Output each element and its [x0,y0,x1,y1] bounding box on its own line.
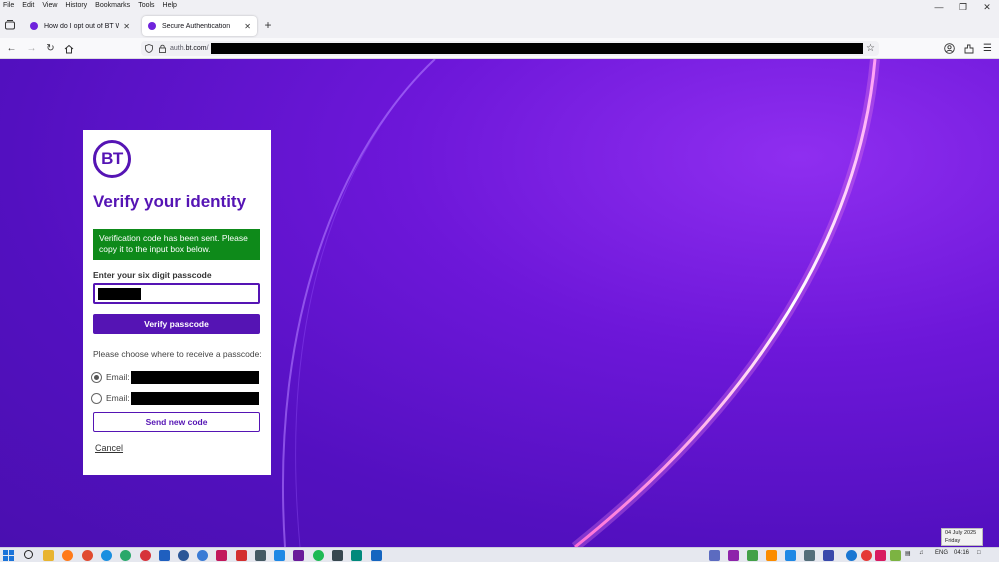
choose-destination-label: Please choose where to receive a passcod… [93,349,262,359]
app-icon[interactable] [140,550,151,561]
close-tab-icon[interactable]: ✕ [244,22,251,31]
url-bar[interactable]: auth.bt.com/ ☆ [141,41,879,56]
radio-button[interactable] [91,371,102,383]
tooltip-day: Friday [945,537,961,544]
menu-tools[interactable]: Tools [134,0,158,12]
url-prefix: auth. [170,45,186,52]
app-icon[interactable] [197,550,208,561]
page-title: Verify your identity [93,192,247,211]
verification-card: BT Verify your identity Verification cod… [83,130,271,475]
extensions-icon[interactable] [962,42,975,55]
taskbar: ▤ ♫ ENG 04:16 □ [0,547,999,562]
tray-app-icon[interactable] [875,550,886,561]
menu-history[interactable]: History [61,0,91,12]
tray-app-icon[interactable] [861,550,872,561]
bt-favicon-icon [30,22,38,30]
date-tooltip: 04 July 2025 Friday [941,528,983,546]
menu-view[interactable]: View [38,0,61,12]
tab-bar: How do I opt out of BT Wi-Fi? | B ✕ Secu… [0,12,999,38]
search-icon[interactable] [24,550,33,559]
bt-logo: BT [93,140,131,178]
tab-list-icon[interactable] [4,19,16,31]
app-icon[interactable] [255,550,266,561]
tray-app-icon[interactable] [890,550,901,561]
redacted-email [130,370,259,384]
menu-help[interactable]: Help [159,0,181,12]
reload-icon[interactable]: ↻ [44,42,57,55]
network-icon[interactable]: ▤ [905,550,911,557]
tray-app-icon[interactable] [709,550,720,561]
back-icon[interactable]: ← [5,42,18,55]
url-suffix: / [206,45,209,52]
bt-favicon-icon [148,22,156,30]
email-option-2[interactable]: Email: [91,391,261,405]
email-option-1[interactable]: Email: [91,370,261,384]
outlook-icon[interactable] [159,550,170,561]
success-notice: Verification code has been sent. Please … [93,229,260,260]
tray-app-icon[interactable] [846,550,857,561]
firefox-icon[interactable] [62,550,73,561]
cancel-link[interactable]: Cancel [95,443,123,453]
option-label: Email: [106,393,130,403]
tab-title: Secure Authentication [162,22,231,30]
forward-icon[interactable]: → [25,42,38,55]
page-viewport: BT Verify your identity Verification cod… [0,59,999,547]
menu-file[interactable]: File [0,0,18,12]
passcode-label: Enter your six digit passcode [93,270,212,280]
tab-bt-wifi[interactable]: How do I opt out of BT Wi-Fi? | B ✕ [24,16,136,36]
tooltip-date: 04 July 2025 [945,530,977,536]
tray-app-icon[interactable] [804,550,815,561]
notification-icon[interactable]: □ [977,550,981,556]
spotify-icon[interactable] [313,550,324,561]
app-icon[interactable] [293,550,304,561]
menu-bar: File Edit View History Bookmarks Tools H… [0,0,999,12]
redacted-url-path [211,43,863,54]
tray-app-icon[interactable] [747,550,758,561]
app-icon[interactable] [178,550,189,561]
close-tab-icon[interactable]: ✕ [123,22,130,31]
tray-app-icon[interactable] [823,550,834,561]
new-tab-icon[interactable]: + [262,19,274,31]
app-icon[interactable] [236,550,247,561]
option-label: Email: [106,372,130,382]
send-new-code-button[interactable]: Send new code [93,412,260,432]
verify-passcode-button[interactable]: Verify passcode [93,314,260,334]
redacted-passcode [98,288,141,300]
chrome-icon[interactable] [82,550,93,561]
menu-edit[interactable]: Edit [18,0,38,12]
app-icon[interactable] [351,550,362,561]
tab-secure-auth[interactable]: Secure Authentication ✕ [142,16,257,36]
tray-app-icon[interactable] [766,550,777,561]
passcode-input[interactable] [93,283,260,304]
tray-app-icon[interactable] [785,550,796,561]
hamburger-menu-icon[interactable]: ☰ [981,42,994,55]
redacted-email [130,391,259,405]
shield-icon[interactable] [144,44,154,54]
menu-bookmarks[interactable]: Bookmarks [91,0,134,12]
windows-start-icon[interactable] [3,550,14,561]
radio-button[interactable] [91,392,102,404]
home-icon[interactable] [62,42,75,55]
volume-icon[interactable]: ♫ [919,550,924,556]
edge-icon[interactable] [101,550,112,561]
app-icon[interactable] [274,550,285,561]
app-icon[interactable] [332,550,343,561]
nav-bar: ← → ↻ auth.bt.com/ ☆ ☰ [0,38,999,59]
url-text: auth.bt.com/ [170,45,209,52]
account-icon[interactable] [943,42,956,55]
bookmark-star-icon[interactable]: ☆ [866,43,875,54]
clock[interactable]: 04:16 [954,550,969,556]
url-domain: bt.com [185,45,207,52]
tray-app-icon[interactable] [728,550,739,561]
file-explorer-icon[interactable] [43,550,54,561]
app-icon[interactable] [216,550,227,561]
language-indicator[interactable]: ENG [935,550,948,556]
app-icon[interactable] [120,550,131,561]
word-icon[interactable] [371,550,382,561]
tab-title: How do I opt out of BT Wi-Fi? | B [44,22,120,30]
lock-icon[interactable] [157,44,167,54]
